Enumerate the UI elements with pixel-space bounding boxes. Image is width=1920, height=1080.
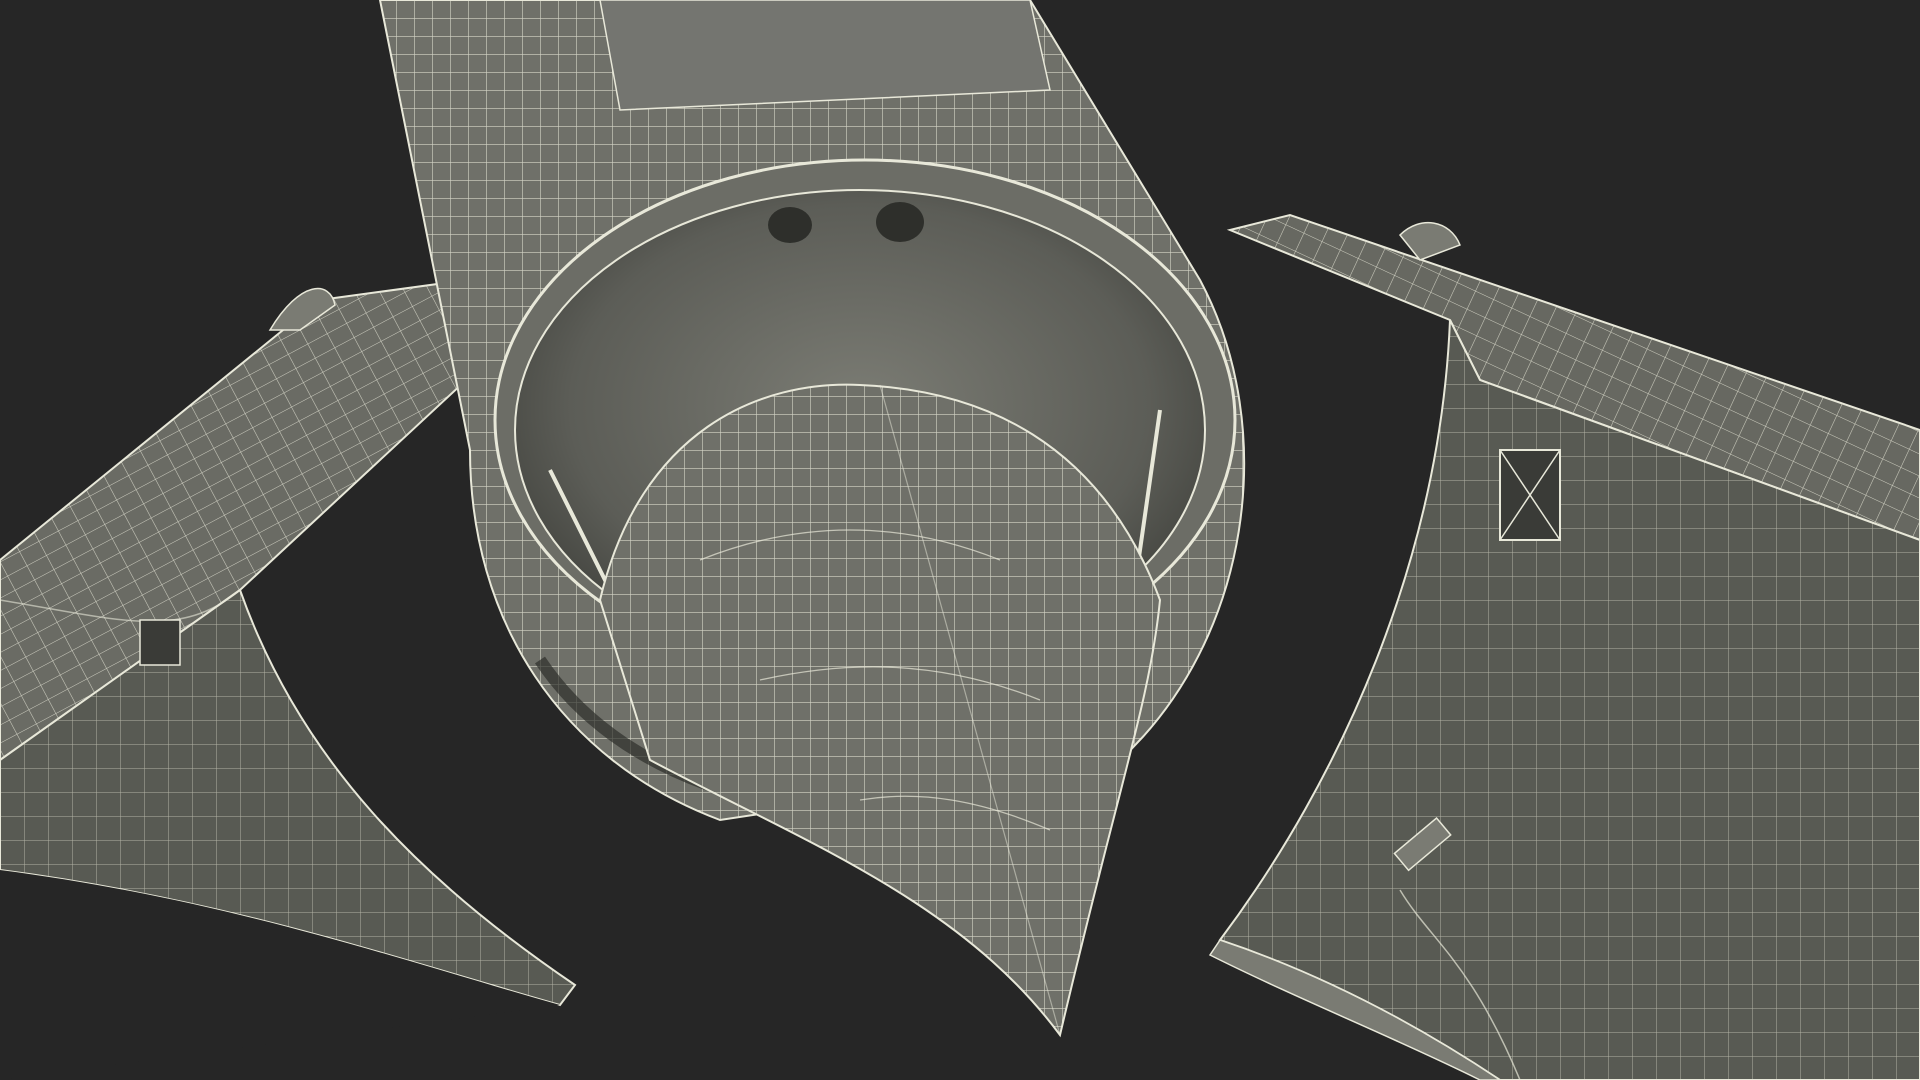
right-fairing-panel (1208, 213, 1920, 1080)
wireframe-render (0, 0, 1920, 1080)
nose-cone (598, 383, 1162, 1038)
wireframe-scene (0, 0, 1920, 1080)
